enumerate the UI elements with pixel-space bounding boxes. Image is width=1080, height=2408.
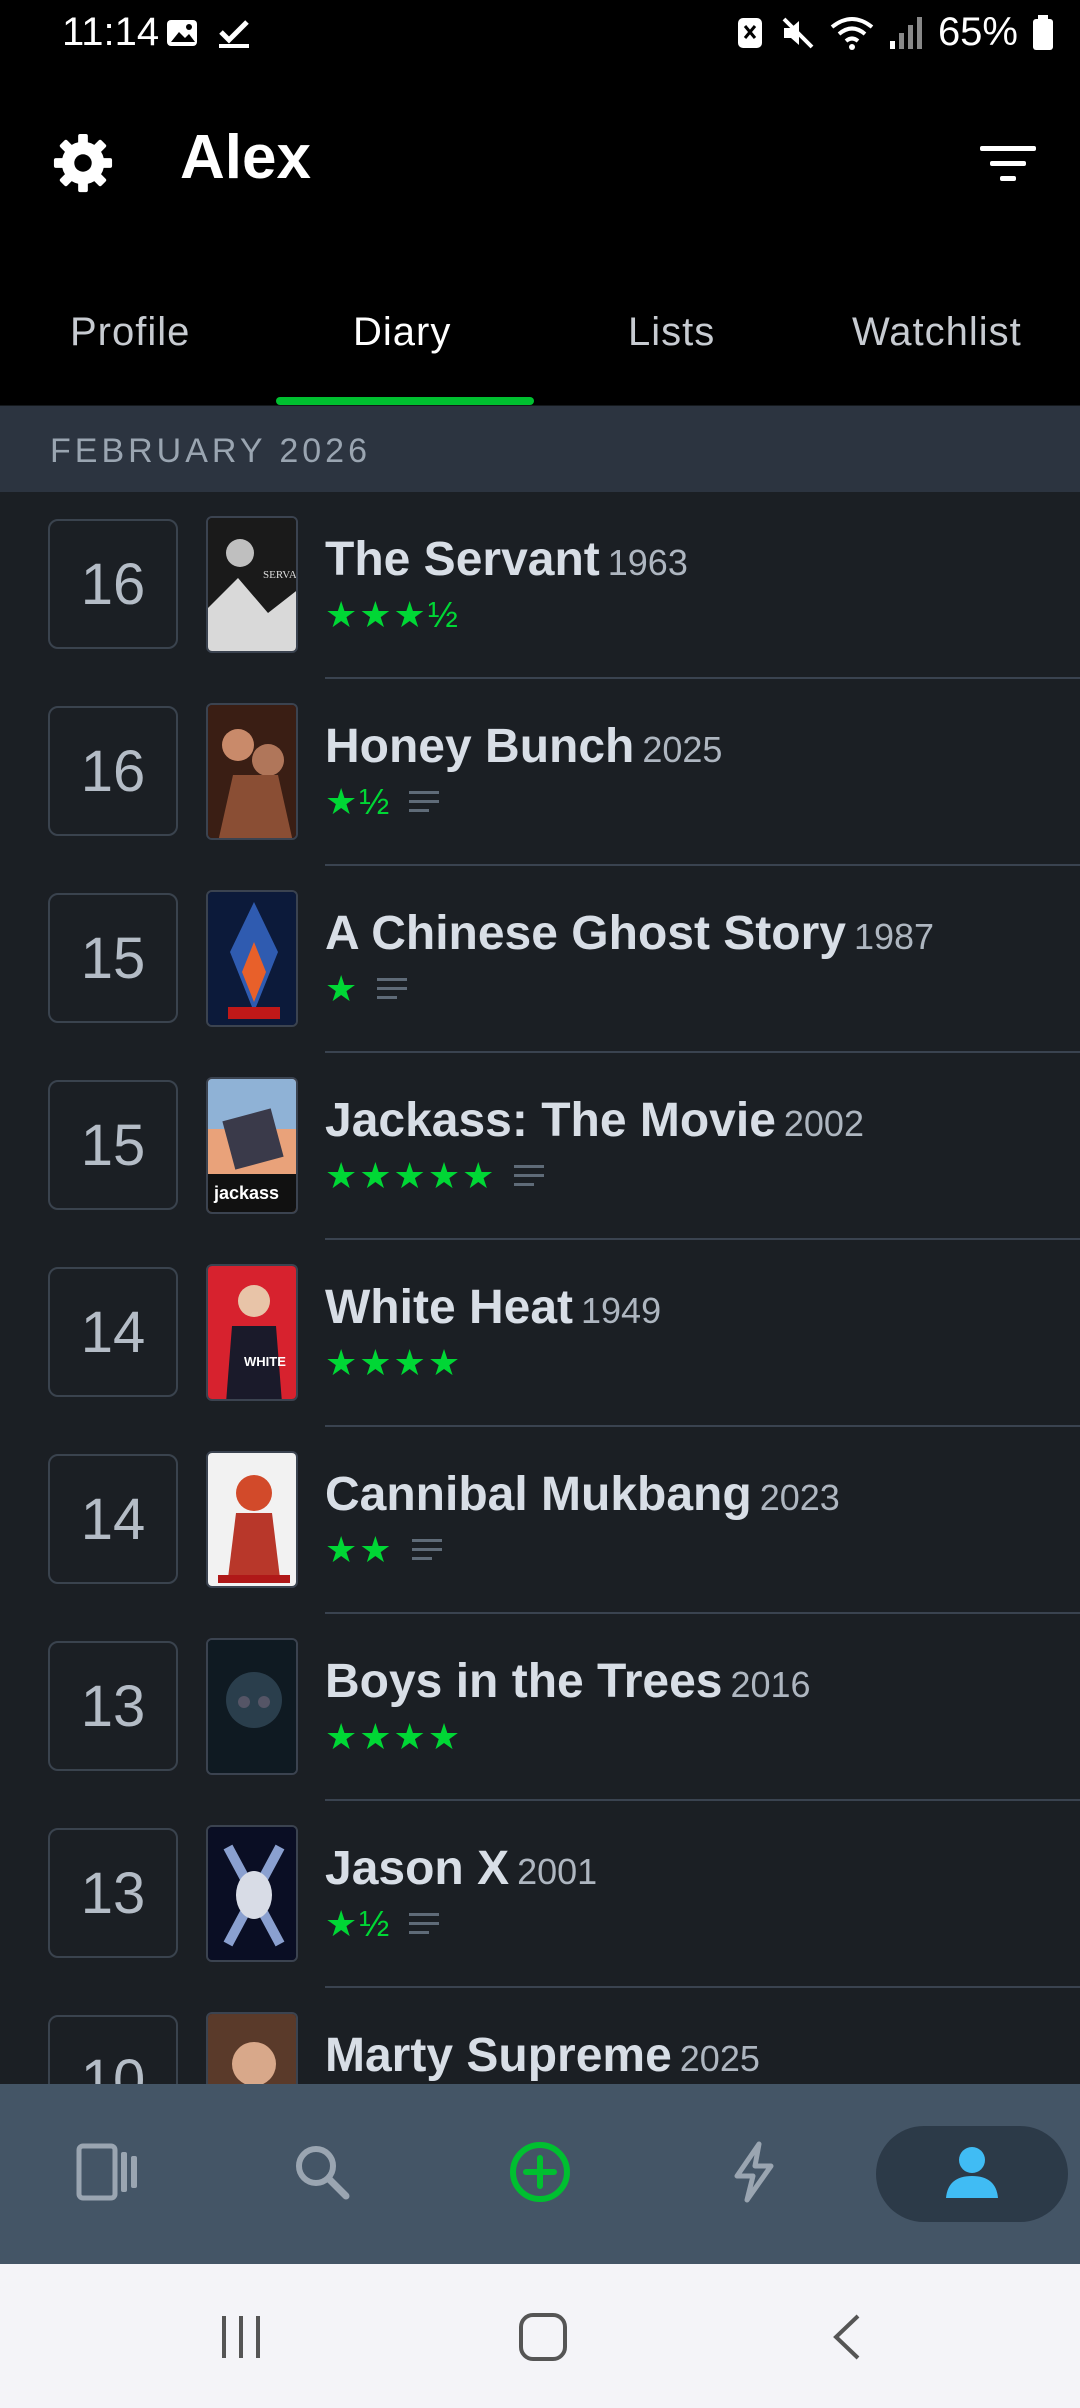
search-icon — [296, 2146, 350, 2200]
page-title: Alex — [180, 123, 311, 192]
nfc-icon — [737, 17, 762, 48]
film-year: 2025 — [679, 2038, 760, 2079]
film-title: White Heat — [325, 1281, 574, 1334]
signal-icon — [889, 16, 922, 49]
svg-text:WHITE: WHITE — [244, 1354, 286, 1369]
svg-text:SERVANT: SERVANT — [263, 569, 298, 581]
mute-icon — [782, 17, 814, 48]
film-year: 1963 — [607, 542, 688, 583]
film-year: 2023 — [759, 1477, 840, 1518]
film-poster: jackass — [206, 1077, 298, 1214]
film-title: Boys in the Trees — [325, 1655, 723, 1708]
film-title: Marty Supreme — [325, 2029, 672, 2082]
entry-day: 13 — [48, 1828, 178, 1958]
film-poster — [206, 1825, 298, 1962]
month-label: FEBRUARY 2026 — [50, 432, 371, 470]
diary-entry[interactable]: 10 Marty Supreme 2025 — [0, 1988, 1080, 2084]
nav-search-button[interactable] — [282, 2132, 362, 2212]
nav-films-button[interactable] — [68, 2132, 148, 2212]
entry-day: 14 — [48, 1454, 178, 1584]
film-poster — [206, 890, 298, 1027]
films-icon — [76, 2143, 137, 2201]
entry-day: 15 — [48, 1080, 178, 1210]
entry-day: 13 — [48, 1641, 178, 1771]
nav-activity-button[interactable] — [714, 2132, 794, 2212]
film-year: 1949 — [581, 1290, 662, 1331]
diary-entry[interactable]: 13 Jason X 2001 ★½ — [0, 1801, 1080, 1988]
star-rating: ★ — [325, 968, 360, 1009]
star-rating: ★½ — [325, 1903, 392, 1944]
film-title: Jason X — [325, 1842, 510, 1895]
battery-icon — [1033, 14, 1053, 50]
activity-icon — [734, 2141, 774, 2203]
entry-day: 16 — [48, 706, 178, 836]
svg-text:jackass: jackass — [213, 1183, 279, 1203]
film-poster — [206, 703, 298, 840]
tab-bar: Profile Diary Lists Watchlist — [0, 260, 1080, 405]
star-rating: ★★★½ — [325, 594, 460, 635]
month-section-header: FEBRUARY 2026 — [0, 406, 1080, 492]
active-tab-indicator — [276, 397, 534, 405]
star-rating: ★★★★ — [325, 1342, 463, 1383]
diary-entry[interactable]: 13 Boys in the Trees 2016 ★★★★ — [0, 1614, 1080, 1801]
bottom-nav — [0, 2084, 1080, 2264]
film-year: 1987 — [853, 916, 935, 957]
star-rating: ★½ — [325, 781, 392, 822]
app-header: Alex — [0, 70, 1080, 260]
film-title: Jackass: The Movie — [325, 1094, 776, 1147]
profile-icon — [946, 2147, 998, 2198]
battery-percent: 65% — [937, 10, 1018, 54]
diary-entry[interactable]: 15 A Chinese Ghost Story 1987 ★ — [0, 866, 1080, 1053]
entry-day: 15 — [48, 893, 178, 1023]
home-icon[interactable] — [518, 2312, 568, 2362]
gallery-notification-icon — [167, 20, 197, 46]
film-year: 2016 — [730, 1664, 811, 1705]
star-rating: ★★★★★ — [325, 1155, 497, 1196]
film-poster — [206, 2012, 298, 2084]
entry-day: 10 — [48, 2015, 178, 2084]
diary-entry[interactable]: 16 Honey Bunch 2025 ★½ — [0, 679, 1080, 866]
tab-diary[interactable]: Diary — [353, 310, 451, 355]
film-title: A Chinese Ghost Story — [325, 907, 846, 960]
diary-entry[interactable]: 16 SERVANT The Servant1963 ★★★½ — [0, 492, 1080, 679]
add-log-icon — [510, 2142, 570, 2202]
status-time: 11:14 — [62, 10, 160, 54]
system-nav-bar — [0, 2264, 1080, 2408]
film-year: 2001 — [517, 1851, 598, 1892]
star-rating: ★★ — [325, 1529, 394, 1570]
film-title: The Servant — [325, 533, 600, 586]
entry-day: 16 — [48, 519, 178, 649]
review-text-icon — [377, 978, 408, 999]
review-text-icon — [409, 791, 440, 812]
diary-list[interactable]: 16 SERVANT The Servant1963 ★★★½ 16 — [0, 492, 1080, 2084]
tab-profile[interactable]: Profile — [70, 310, 190, 355]
task-notification-icon — [219, 20, 249, 48]
diary-entry[interactable]: 14 WHITE White Heat 1949 ★★★★ — [0, 1240, 1080, 1427]
entry-day: 14 — [48, 1267, 178, 1397]
filter-icon[interactable] — [980, 142, 1036, 186]
film-year: 2025 — [642, 729, 723, 770]
review-text-icon — [409, 1913, 440, 1934]
nav-add-button[interactable] — [500, 2132, 580, 2212]
film-poster: WHITE — [206, 1264, 298, 1401]
review-text-icon — [514, 1165, 545, 1186]
diary-entry[interactable]: 14 Cannibal Mukbang 2023 ★★ — [0, 1427, 1080, 1614]
film-year: 2002 — [783, 1103, 864, 1144]
recent-apps-icon[interactable] — [216, 2314, 266, 2360]
tab-lists[interactable]: Lists — [628, 310, 715, 355]
film-poster: SERVANT — [206, 516, 298, 653]
film-title: Cannibal Mukbang — [325, 1468, 752, 1521]
review-text-icon — [411, 1539, 442, 1560]
film-poster — [206, 1638, 298, 1775]
nav-profile-button[interactable] — [932, 2132, 1012, 2212]
tab-watchlist[interactable]: Watchlist — [852, 310, 1022, 355]
star-rating: ★★★★ — [325, 1716, 463, 1757]
film-title: Honey Bunch — [325, 720, 635, 773]
settings-gear-icon[interactable] — [52, 132, 114, 194]
wifi-icon — [830, 16, 874, 50]
film-poster — [206, 1451, 298, 1588]
status-bar: 11:14 65% — [0, 0, 1080, 70]
back-icon[interactable] — [828, 2312, 864, 2362]
diary-entry[interactable]: 15 jackass Jackass: The Movie 2002 ★★★★★ — [0, 1053, 1080, 1240]
